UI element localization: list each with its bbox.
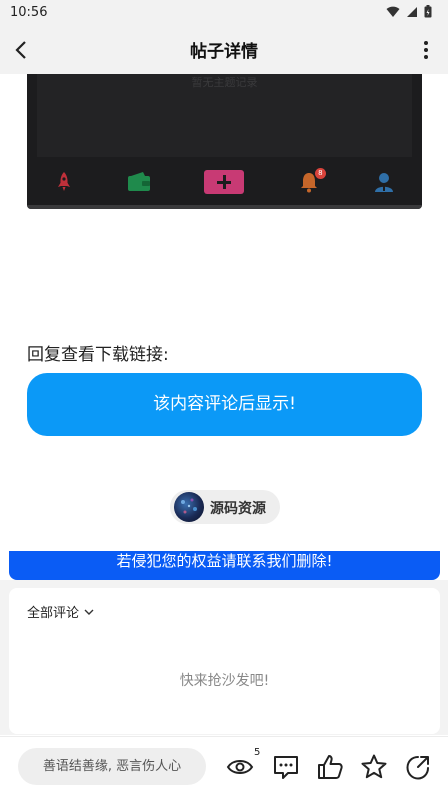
source-avatar (174, 492, 204, 522)
reveal-after-comment-button[interactable]: 该内容评论后显示! (27, 373, 422, 436)
rocket-icon (57, 172, 70, 191)
source-tag[interactable]: 源码资源 (170, 490, 280, 524)
bell-icon-wrapper: 8 (298, 168, 326, 193)
add-post-icon (204, 170, 245, 194)
embedded-tabbar: 8 (27, 166, 422, 198)
comments-empty-text: 快来抢沙发吧! (179, 673, 270, 689)
signal-icon (407, 6, 417, 17)
share-icon[interactable] (404, 753, 432, 781)
status-bar: 10:56 (0, 0, 448, 26)
wallet-icon (128, 172, 151, 191)
status-icons (386, 5, 432, 18)
eye-icon[interactable] (226, 753, 254, 781)
bell-badge: 8 (314, 168, 326, 179)
wifi-icon (386, 6, 400, 17)
page-title: 帖子详情 (190, 42, 258, 62)
embedded-bottom-border (27, 205, 422, 209)
user-icon (375, 173, 394, 192)
embedded-screenshot: 暂无主题记录 8 (27, 74, 422, 209)
copyright-notice: 若侵犯您的权益请联系我们删除! (9, 551, 440, 580)
embedded-ghost-text: 暂无主题记录 (191, 76, 258, 89)
comment-input[interactable]: 善语结善缘, 恶言伤人心 (18, 748, 206, 785)
battery-icon (424, 5, 432, 18)
bottom-action-bar: 善语结善缘, 恶言伤人心 5 (0, 736, 448, 797)
view-count: 5 (254, 747, 261, 758)
source-name: 源码资源 (210, 501, 266, 517)
comments-filter-label: 全部评论 (27, 606, 80, 621)
more-options-icon[interactable] (418, 38, 434, 62)
comment-icon[interactable] (272, 753, 300, 781)
comments-filter[interactable]: 全部评论 (27, 602, 95, 621)
status-time: 10:56 (10, 5, 48, 20)
thumbs-up-icon[interactable] (316, 753, 344, 781)
comments-section: 全部评论 快来抢沙发吧! (9, 588, 440, 734)
app-bar: 帖子详情 (0, 26, 448, 74)
star-icon[interactable] (360, 753, 388, 781)
chevron-down-icon (84, 609, 94, 615)
reply-download-label: 回复查看下载链接: (27, 345, 169, 365)
embedded-screenshot-panel: 暂无主题记录 (37, 74, 412, 157)
